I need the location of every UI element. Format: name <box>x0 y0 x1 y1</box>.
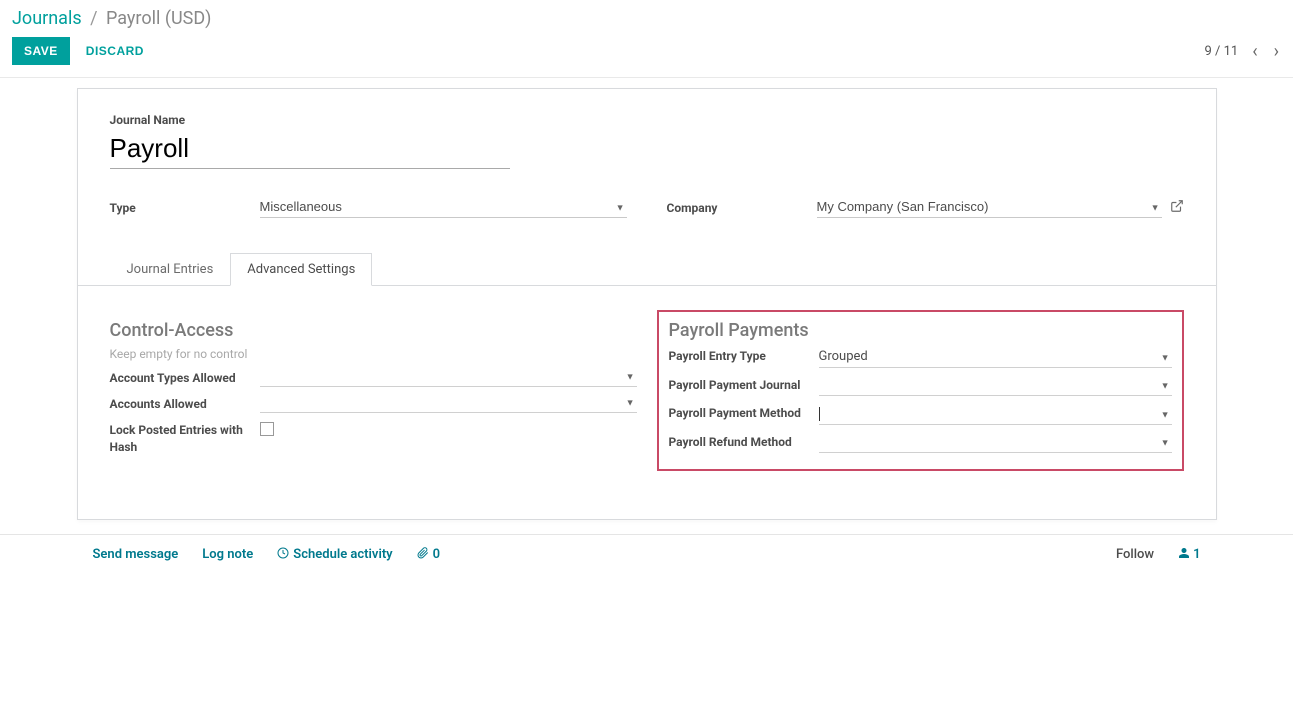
followers-button[interactable]: 1 <box>1178 547 1200 562</box>
lock-posted-label: Lock Posted Entries with Hash <box>110 419 260 456</box>
tab-journal-entries[interactable]: Journal Entries <box>110 253 231 286</box>
breadcrumb-sep: / <box>90 8 97 29</box>
journal-name-label: Journal Name <box>110 113 1184 127</box>
breadcrumb-root[interactable]: Journals <box>12 8 82 29</box>
control-access-hint: Keep empty for no control <box>110 347 637 361</box>
follow-button[interactable]: Follow <box>1116 547 1154 562</box>
paperclip-icon <box>417 547 429 562</box>
clock-icon <box>277 547 289 562</box>
user-icon <box>1178 547 1190 562</box>
payroll-payments-title: Payroll Payments <box>669 320 1172 341</box>
payroll-payment-journal-label: Payroll Payment Journal <box>669 376 819 394</box>
form-sheet: Journal Name Type ▼ Company ▼ <box>77 88 1217 520</box>
attachment-button[interactable]: 0 <box>417 547 440 562</box>
divider <box>0 77 1293 78</box>
save-button[interactable]: SAVE <box>12 37 70 65</box>
control-access-title: Control-Access <box>110 320 637 341</box>
breadcrumb-current: Payroll (USD) <box>106 8 211 29</box>
payroll-refund-method-select[interactable] <box>819 433 1172 453</box>
payroll-entry-type-select[interactable]: Grouped <box>819 347 1172 368</box>
attachment-count: 0 <box>433 547 440 562</box>
accounts-allowed-label: Accounts Allowed <box>110 393 260 413</box>
chatter-bar: Send message Log note Schedule activity … <box>0 534 1293 574</box>
tab-advanced-settings[interactable]: Advanced Settings <box>230 253 372 286</box>
account-types-label: Account Types Allowed <box>110 367 260 387</box>
pager-next-icon[interactable]: › <box>1272 41 1281 62</box>
journal-name-input[interactable] <box>110 129 510 169</box>
pager-text: 9 / 11 <box>1204 44 1238 59</box>
payroll-entry-type-label: Payroll Entry Type <box>669 347 819 365</box>
tabs: Journal Entries Advanced Settings <box>78 252 1216 286</box>
followers-count: 1 <box>1193 547 1200 562</box>
type-label: Type <box>110 201 260 215</box>
breadcrumb: Journals / Payroll (USD) <box>12 8 1281 29</box>
external-link-icon[interactable] <box>1170 199 1184 217</box>
payroll-refund-method-label: Payroll Refund Method <box>669 433 819 451</box>
type-select[interactable] <box>260 197 627 218</box>
lock-posted-checkbox[interactable] <box>260 422 274 436</box>
send-message-button[interactable]: Send message <box>93 547 179 562</box>
schedule-activity-button[interactable]: Schedule activity <box>277 547 392 562</box>
payroll-payment-journal-select[interactable] <box>819 376 1172 396</box>
company-select[interactable] <box>817 197 1162 218</box>
accounts-allowed-select[interactable] <box>260 393 637 413</box>
payroll-payment-method-label: Payroll Payment Method <box>669 404 819 422</box>
account-types-select[interactable] <box>260 367 637 387</box>
payroll-payment-method-select[interactable] <box>819 404 1172 425</box>
discard-button[interactable]: DISCARD <box>74 37 156 65</box>
log-note-button[interactable]: Log note <box>202 547 253 562</box>
company-label: Company <box>667 201 817 215</box>
payroll-payments-highlight: Payroll Payments Payroll Entry Type Grou… <box>657 310 1184 471</box>
schedule-activity-label: Schedule activity <box>293 547 392 562</box>
pager-prev-icon[interactable]: ‹ <box>1250 41 1259 62</box>
